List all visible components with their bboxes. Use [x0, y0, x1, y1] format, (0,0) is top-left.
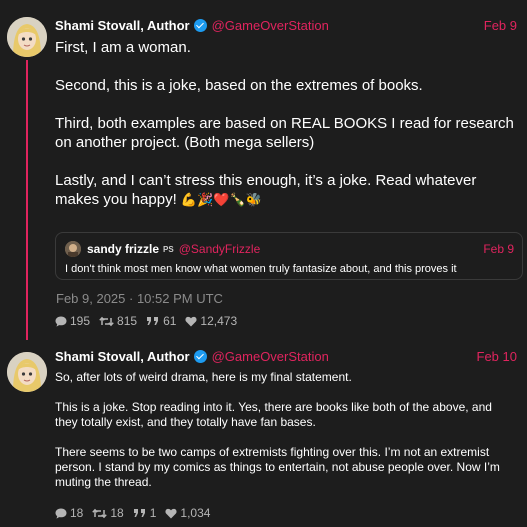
- tweet-paragraph: Second, this is a joke, based on the ext…: [55, 77, 423, 94]
- tweet-header: Shami Stovall, Author @GameOverStation F…: [55, 16, 517, 34]
- thread-line: [26, 60, 28, 340]
- tweet-paragraph: There seems to be two camps of extremist…: [55, 445, 500, 489]
- verified-icon: [193, 349, 207, 363]
- reply-stat[interactable]: 195: [55, 314, 90, 328]
- heart-icon: [165, 508, 177, 518]
- quote-count: 61: [163, 314, 177, 328]
- emoji-row: 💪🎉❤️🍾🐝: [180, 192, 262, 207]
- retweet-icon: [92, 508, 108, 518]
- reply-count: 18: [70, 506, 84, 520]
- quote-stat[interactable]: 61: [146, 314, 176, 328]
- retweet-stat[interactable]: 18: [92, 506, 124, 520]
- tweet-header: Shami Stovall, Author @GameOverStation F…: [55, 347, 517, 365]
- tweet-date[interactable]: Feb 10: [477, 349, 517, 364]
- tweet-body: So, after lots of weird drama, here is m…: [55, 370, 515, 490]
- tweet-paragraph-last: Lastly, and I can’t stress this enough, …: [55, 171, 515, 209]
- tweet-body: First, I am a woman. Second, this is a j…: [55, 38, 515, 209]
- tweet-stats: 195 815 61 12,473: [55, 314, 237, 328]
- reply-stat[interactable]: 18: [55, 506, 83, 520]
- author-name[interactable]: Shami Stovall, Author: [55, 349, 190, 364]
- quote-avatar: [65, 241, 81, 257]
- quote-author-handle[interactable]: @SandyFrizzle: [179, 242, 261, 256]
- retweet-count: 815: [117, 314, 138, 328]
- quote-stat[interactable]: 1: [133, 506, 157, 520]
- retweet-icon: [99, 316, 114, 326]
- reply-count: 195: [70, 314, 91, 328]
- tweet-date[interactable]: Feb 9: [484, 18, 517, 33]
- verified-icon: [193, 18, 207, 32]
- retweet-stat[interactable]: 815: [99, 314, 137, 328]
- author-handle[interactable]: @GameOverStation: [212, 349, 329, 364]
- retweet-count: 18: [110, 506, 124, 520]
- tweet-paragraph: First, I am a woman.: [55, 39, 191, 56]
- quote-header: sandy frizzle PS @SandyFrizzle Feb 9: [87, 241, 514, 257]
- quote-badge: PS: [163, 244, 174, 254]
- avatar[interactable]: [7, 17, 47, 57]
- like-stat[interactable]: 12,473: [185, 314, 237, 328]
- quote-icon: [133, 509, 145, 517]
- like-stat[interactable]: 1,034: [165, 506, 210, 520]
- tweet-stats: 18 18 1 1,034: [55, 506, 210, 520]
- quote-date[interactable]: Feb 9: [483, 242, 514, 256]
- tweet-paragraph: Lastly, and I can’t stress this enough, …: [55, 172, 477, 208]
- author-name[interactable]: Shami Stovall, Author: [55, 18, 190, 33]
- like-count: 1,034: [180, 506, 211, 520]
- avatar[interactable]: [7, 352, 47, 392]
- tweet-timestamp[interactable]: Feb 9, 2025 · 10:52 PM UTC: [56, 291, 223, 306]
- comment-icon: [55, 316, 67, 327]
- quote-text: I don't think most men know what women t…: [65, 263, 457, 275]
- comment-icon: [55, 508, 67, 519]
- tweet-paragraph: Third, both examples are based on REAL B…: [55, 115, 514, 151]
- quote-author-name[interactable]: sandy frizzle: [87, 242, 159, 256]
- quote-count: 1: [149, 506, 157, 520]
- author-handle[interactable]: @GameOverStation: [212, 18, 329, 33]
- like-count: 12,473: [200, 314, 238, 328]
- quote-icon: [147, 317, 159, 325]
- heart-icon: [185, 316, 197, 326]
- tweet-paragraph: So, after lots of weird drama, here is m…: [55, 370, 352, 384]
- tweet-paragraph: This is a joke. Stop reading into it. Ye…: [55, 400, 492, 429]
- quoted-tweet[interactable]: sandy frizzle PS @SandyFrizzle Feb 9 I d…: [55, 232, 523, 280]
